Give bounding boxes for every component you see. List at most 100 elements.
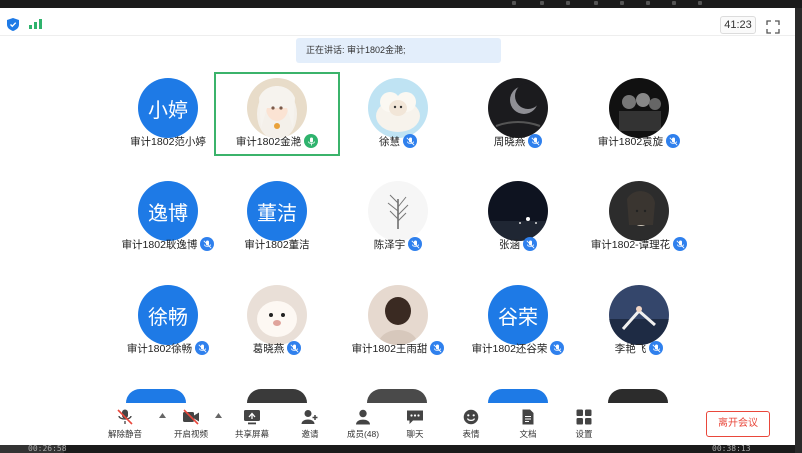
participant-name-row: 陈泽宇 [337, 235, 459, 253]
top-strip-mark [620, 1, 624, 5]
participant-name: 陈泽宇 [373, 238, 406, 251]
share-screen-icon [244, 410, 260, 425]
participant-tile[interactable]: 审计1802金滟 [214, 72, 340, 156]
camera-off-icon [183, 409, 199, 425]
invite-icon [301, 410, 318, 424]
playback-progress-bar[interactable]: 00:26:58 00:38:13 [0, 444, 795, 453]
active-speaker-banner: 正在讲话: 审计1802金滟; [296, 38, 501, 63]
participant-name-row: 张涵 [457, 235, 579, 253]
mic-muted-icon [550, 341, 565, 355]
participant-avatar: 谷荣 [488, 285, 548, 345]
participant-tile[interactable]: 徐畅 审计1802徐畅 [107, 281, 229, 361]
participant-avatar-partial [488, 389, 548, 403]
participant-tile[interactable]: 小婷 审计1802范小婷 [107, 74, 229, 154]
top-strip-mark [594, 1, 598, 5]
docs-button[interactable]: 文档 [499, 409, 557, 445]
participant-tile[interactable]: 审计1802-谭理花 [578, 177, 700, 257]
participant-tile[interactable]: 葛晓燕 [216, 281, 338, 361]
participant-name: 审计1802王雨甜 [351, 342, 428, 355]
participant-tile[interactable]: 审计1802袁旋 [578, 74, 700, 154]
settings-icon [576, 409, 592, 425]
participant-avatar [247, 78, 307, 138]
participant-tile[interactable]: 李艳飞 [578, 281, 700, 361]
settings-button[interactable]: 设置 [555, 409, 613, 445]
reactions-label: 表情 [462, 429, 480, 439]
participant-avatar: 小婷 [138, 78, 198, 138]
participant-avatar-partial [126, 389, 186, 403]
shield-icon[interactable] [7, 18, 19, 31]
share-screen-button[interactable]: 共享屏幕 [223, 409, 281, 445]
participant-avatar [488, 78, 548, 138]
participant-tile[interactable]: 谷荣 审计1802还谷荣 [457, 281, 579, 361]
participant-name: 审计1802范小婷 [130, 135, 206, 148]
participant-avatar [368, 285, 428, 345]
participant-avatar-partial [247, 389, 307, 403]
members-button[interactable]: 成员(48) [334, 409, 392, 445]
leave-meeting-button[interactable]: 离开会议 [706, 411, 770, 437]
participant-tile[interactable]: 逸博 审计1802耿逸博 [107, 177, 229, 257]
participant-name-row: 审计1802范小婷 [107, 132, 229, 150]
meeting-timer: 41:23 [720, 16, 756, 34]
top-strip-mark [566, 1, 570, 5]
participant-avatar [488, 181, 548, 241]
participant-name-row: 审计1802金滟 [216, 132, 338, 150]
meeting-window: 41:23 正在讲话: 审计1802金滟; 小婷 审计1802范小婷 审计1802金… [0, 0, 802, 453]
participant-avatar [609, 181, 669, 241]
participant-name-row: 审计1802董洁 [216, 235, 338, 253]
participant-tile[interactable]: 董洁 审计1802董洁 [216, 177, 338, 257]
participant-name-row: 审计1802袁旋 [578, 132, 700, 150]
top-strip-mark [698, 1, 702, 5]
chevron-up-icon[interactable] [215, 413, 222, 418]
participant-name: 徐慧 [379, 135, 400, 148]
top-strip-mark [646, 1, 650, 5]
participant-avatar [368, 78, 428, 138]
mic-muted-icon [408, 237, 423, 251]
unmute-button[interactable]: 解除静音 [96, 409, 154, 445]
participant-avatar: 逸博 [138, 181, 198, 241]
participant-tile[interactable]: 徐慧 [337, 74, 459, 154]
participant-name: 李艳飞 [614, 342, 647, 355]
reactions-icon [463, 409, 479, 425]
mic-muted-icon [287, 341, 302, 355]
reactions-button[interactable]: 表情 [442, 409, 500, 445]
participant-name-row: 审计1802-谭理花 [578, 235, 700, 253]
participant-name-row: 审计1802徐畅 [107, 339, 229, 357]
participant-tile[interactable]: 张涵 [457, 177, 579, 257]
participant-avatar [609, 285, 669, 345]
chat-icon [407, 410, 423, 424]
participant-avatar-partial [367, 389, 427, 403]
share-screen-label: 共享屏幕 [234, 429, 269, 439]
participant-name: 葛晓燕 [252, 342, 285, 355]
participant-name: 审计1802袁旋 [597, 135, 664, 148]
participant-name-row: 审计1802耿逸博 [107, 235, 229, 253]
signal-icon[interactable] [29, 19, 42, 29]
participant-tile[interactable]: 周晓燕 [457, 74, 579, 154]
participant-name: 审计1802耿逸博 [121, 238, 198, 251]
participant-name-row: 李艳飞 [578, 339, 700, 357]
participant-avatar [609, 78, 669, 138]
top-strip-mark [512, 1, 516, 5]
participant-name: 审计1802董洁 [244, 238, 310, 251]
participant-name-row: 周晓燕 [457, 132, 579, 150]
participant-tile[interactable]: 陈泽宇 [337, 177, 459, 257]
fullscreen-icon[interactable] [766, 20, 780, 34]
participant-name: 审计1802-谭理花 [590, 238, 671, 251]
docs-icon [522, 409, 534, 425]
participant-avatar [368, 181, 428, 241]
participant-name: 审计1802还谷荣 [471, 342, 548, 355]
mic-muted-icon [528, 134, 543, 148]
chat-button[interactable]: 聊天 [386, 409, 444, 445]
invite-button[interactable]: 邀请 [281, 409, 339, 445]
participant-name: 审计1802徐畅 [126, 342, 193, 355]
mic-muted-icon [200, 237, 215, 251]
mic-muted-icon [673, 237, 688, 251]
participant-name-row: 审计1802王雨甜 [337, 339, 459, 357]
participant-avatar-partial [608, 389, 668, 403]
participant-tile[interactable]: 审计1802王雨甜 [337, 281, 459, 361]
mic-muted-icon [117, 409, 133, 425]
participant-avatar [247, 285, 307, 345]
start-video-button[interactable]: 开启视频 [162, 409, 220, 445]
participant-name: 周晓燕 [493, 135, 526, 148]
title-bar: 41:23 [0, 8, 795, 36]
participant-name-row: 葛晓燕 [216, 339, 338, 357]
